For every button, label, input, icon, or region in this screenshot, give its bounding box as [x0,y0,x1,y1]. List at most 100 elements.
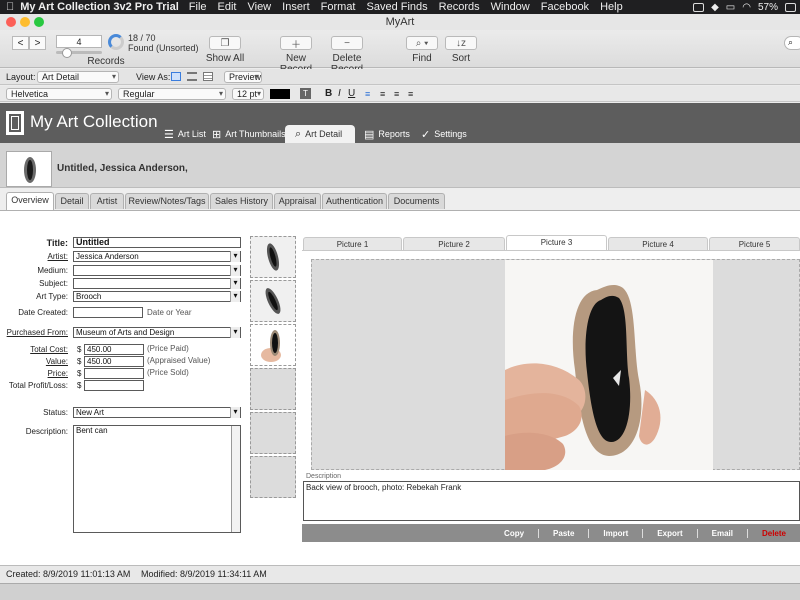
tab-artist[interactable]: Artist [90,193,124,209]
align-justify-icon[interactable]: ≡ [408,89,413,99]
nav-art-detail[interactable]: ⌕ Art Detail [285,125,355,143]
menu-view[interactable]: View [247,1,271,13]
text-color-swatch[interactable] [270,89,290,99]
close-window-button[interactable] [6,17,16,27]
subject-dropdown[interactable] [73,278,241,289]
picture-tab-1[interactable]: Picture 1 [303,237,402,251]
app-menu[interactable]: My Art Collection 3v2 Pro Trial [20,1,179,13]
picture-thumb-1[interactable] [250,236,296,278]
total-cost-label[interactable]: Total Cost: [10,345,68,354]
italic-button[interactable]: I [338,88,341,99]
artist-label[interactable]: Artist: [10,252,68,261]
form-view-icon[interactable] [171,72,181,81]
dropbox-icon[interactable]: ◆ [711,2,719,13]
nav-settings[interactable]: ✓ Settings [421,125,467,143]
import-button[interactable]: Import [588,528,642,538]
tab-overview[interactable]: Overview [6,192,54,210]
style-select[interactable]: Regular [118,88,226,100]
purchased-from-dropdown[interactable]: Museum of Arts and Design [73,327,241,338]
picture-tab-5[interactable]: Picture 5 [709,237,800,251]
airplay-icon[interactable]: ▭ [726,2,735,13]
text-format-icon[interactable]: T [300,88,311,99]
apple-icon[interactable]:  [6,1,14,13]
menu-help[interactable]: Help [600,1,623,13]
picture-thumb-6[interactable] [250,456,296,498]
records-label: Records [87,56,125,67]
menu-facebook[interactable]: Facebook [541,1,589,13]
battery-percent: 57% [757,1,778,13]
menu-saved-finds[interactable]: Saved Finds [367,1,428,13]
nav-art-list[interactable]: ☰ Art List [164,125,206,143]
value-field[interactable]: 450.00 [84,356,144,367]
picture-action-bar: Copy Paste Import Export Email Delete [302,524,800,542]
email-button[interactable]: Email [696,528,747,538]
table-view-icon[interactable] [203,72,213,81]
delete-picture-button[interactable]: Delete [746,528,800,538]
picture-description-field[interactable]: Back view of brooch, photo: Rebekah Fran… [303,481,800,521]
date-created-field[interactable] [73,307,143,318]
find-button[interactable]: ⌕ ▾ Find [403,36,441,64]
plus-icon: ＋ [280,36,312,51]
align-left-icon[interactable]: ≡ [365,89,370,99]
status-icon[interactable] [693,2,705,12]
status-dropdown[interactable]: New Art [73,407,241,418]
purchased-from-label[interactable]: Purchased From: [6,328,68,337]
title-field[interactable]: Untitled [73,237,241,248]
preview-button[interactable]: Preview [224,71,262,83]
size-select[interactable]: 12 pt [232,88,264,100]
tab-appraisal[interactable]: Appraisal [274,193,321,209]
menu-edit[interactable]: Edit [218,1,237,13]
nav-art-thumbnails[interactable]: ⊞ Art Thumbnails [212,125,286,143]
align-right-icon[interactable]: ≡ [394,89,399,99]
total-cost-field[interactable]: 450.00 [84,344,144,355]
layout-select[interactable]: Art Detail [37,71,119,83]
menu-insert[interactable]: Insert [282,1,310,13]
quick-find-field[interactable]: ⌕ [784,36,800,50]
tab-detail[interactable]: Detail [55,193,89,209]
record-number-field[interactable]: 4 [56,35,102,48]
next-record-button[interactable]: > [29,36,46,50]
tab-documents[interactable]: Documents [388,193,445,209]
show-all-button[interactable]: ❐ Show All [204,36,246,64]
paste-button[interactable]: Paste [538,528,588,538]
menu-format[interactable]: Format [321,1,356,13]
menu-window[interactable]: Window [491,1,530,13]
picture-tab-4[interactable]: Picture 4 [608,237,708,251]
record-slider[interactable] [56,48,102,58]
picture-thumb-2[interactable] [250,280,296,322]
menu-file[interactable]: File [189,1,207,13]
sort-button[interactable]: ↓z Sort [444,36,478,64]
export-button[interactable]: Export [642,528,696,538]
bold-button[interactable]: B [325,88,332,99]
underline-button[interactable]: U [348,88,355,99]
medium-dropdown[interactable] [73,265,241,276]
picture-tab-2[interactable]: Picture 2 [403,237,505,251]
description-textarea[interactable]: Bent can [73,425,241,533]
previous-record-button[interactable]: < [12,36,29,50]
description-scrollbar[interactable] [231,426,240,532]
picture-thumb-4[interactable] [250,368,296,410]
wifi-icon[interactable]: ◠ [742,2,751,13]
minimize-window-button[interactable] [20,17,30,27]
picture-tab-3[interactable]: Picture 3 [506,235,607,251]
tab-authentication[interactable]: Authentication [322,193,387,209]
list-view-icon[interactable] [187,72,197,81]
copy-button[interactable]: Copy [490,529,538,538]
nav-reports[interactable]: ▤ Reports [364,125,410,143]
find-label: Find [412,53,432,64]
artist-dropdown[interactable]: Jessica Anderson [73,251,241,262]
art-type-dropdown[interactable]: Brooch [73,291,241,302]
price-label[interactable]: Price: [10,369,68,378]
battery-icon[interactable] [785,2,796,12]
font-select[interactable]: Helvetica [6,88,112,100]
profit-field[interactable] [84,380,144,391]
menu-records[interactable]: Records [439,1,480,13]
zoom-window-button[interactable] [34,17,44,27]
tab-sales-history[interactable]: Sales History [210,193,273,209]
value-label[interactable]: Value: [10,357,68,366]
align-center-icon[interactable]: ≡ [380,89,385,99]
picture-thumb-3[interactable] [250,324,296,366]
tab-review-notes-tags[interactable]: Review/Notes/Tags [125,193,209,209]
picture-thumb-5[interactable] [250,412,296,454]
price-field[interactable] [84,368,144,379]
